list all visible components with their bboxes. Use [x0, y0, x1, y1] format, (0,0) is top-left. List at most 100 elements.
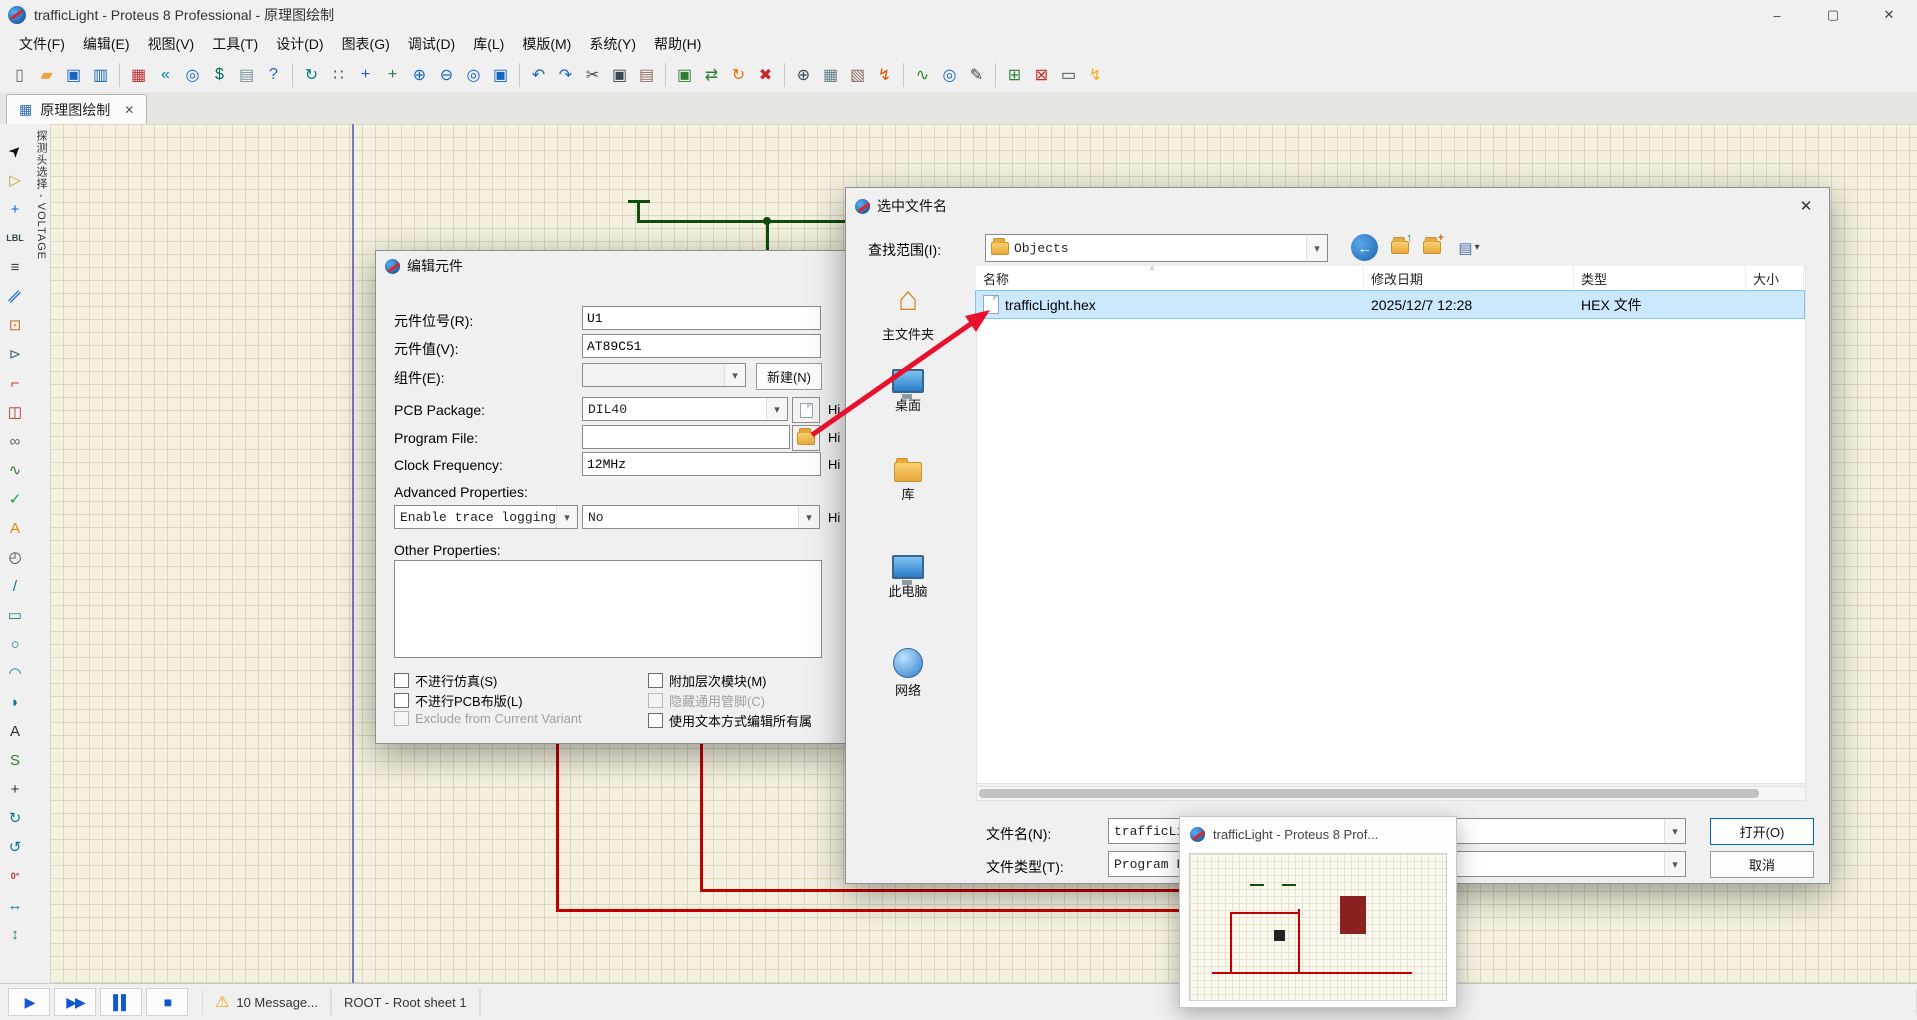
- pcb-browse-button[interactable]: [792, 397, 820, 423]
- close-button[interactable]: ✕: [1861, 0, 1917, 30]
- menu-item-5[interactable]: 图表(G): [333, 30, 399, 57]
- value-input[interactable]: [582, 334, 821, 358]
- tab-close-icon[interactable]: ✕: [124, 103, 134, 117]
- device-pin-mode-icon[interactable]: ⌐: [2, 370, 28, 396]
- import-design-icon[interactable]: ▥: [87, 61, 114, 88]
- wire-label-mode-icon[interactable]: LBL: [2, 225, 28, 251]
- view-menu-icon[interactable]: ▤ ▾: [1450, 234, 1488, 261]
- goto-sheet-icon[interactable]: ▭: [1055, 61, 1082, 88]
- menu-item-7[interactable]: 库(L): [464, 30, 513, 57]
- menu-item-10[interactable]: 帮助(H): [645, 30, 710, 57]
- wire-autorouter-icon[interactable]: ∿: [909, 61, 936, 88]
- checkbox-attach-hierarchy[interactable]: 附加层次模块(M): [648, 671, 767, 690]
- file-row[interactable]: trafficLight.hex 2025/12/7 12:28 HEX 文件: [975, 290, 1805, 319]
- cut-icon[interactable]: ✂: [579, 61, 606, 88]
- zoom-out-icon[interactable]: ⊖: [433, 61, 460, 88]
- file-dialog-titlebar[interactable]: 选中文件名: [846, 188, 1829, 224]
- decompose-icon[interactable]: ↯: [871, 61, 898, 88]
- tab-schematic[interactable]: ▦ 原理图绘制 ✕: [6, 94, 148, 124]
- find-component-icon[interactable]: ◎: [179, 61, 206, 88]
- lookup-combo[interactable]: Objects ▾: [985, 234, 1328, 262]
- minimize-button[interactable]: –: [1749, 0, 1805, 30]
- menu-item-1[interactable]: 编辑(E): [74, 30, 139, 57]
- block-copy-icon[interactable]: ▣: [671, 61, 698, 88]
- marker-2d-icon[interactable]: +: [2, 776, 28, 802]
- pan-tool-icon[interactable]: +: [379, 61, 406, 88]
- ref-input[interactable]: [582, 306, 821, 330]
- edit-dialog-titlebar[interactable]: 编辑元件: [376, 251, 846, 281]
- up-one-level-icon[interactable]: ↑: [1386, 232, 1413, 261]
- column-header-3[interactable]: 大小: [1746, 266, 1804, 291]
- pick-device-icon[interactable]: ⊕: [790, 61, 817, 88]
- zoom-area-icon[interactable]: ▣: [487, 61, 514, 88]
- bill-of-materials-icon[interactable]: $: [206, 61, 233, 88]
- program-file-input[interactable]: [582, 425, 790, 449]
- electrical-rule-check-icon[interactable]: ↯: [1082, 61, 1109, 88]
- copy-icon[interactable]: ▣: [606, 61, 633, 88]
- selection-tool-icon[interactable]: ➤: [0, 133, 33, 170]
- rotate-cw-icon[interactable]: ↻: [2, 805, 28, 831]
- arc-2d-icon[interactable]: ◠: [2, 660, 28, 686]
- redo-icon[interactable]: ↷: [552, 61, 579, 88]
- menu-item-6[interactable]: 调试(D): [399, 30, 464, 57]
- help-icon[interactable]: ?: [260, 61, 287, 88]
- path-2d-icon[interactable]: ◗: [2, 689, 28, 715]
- property-assignment-icon[interactable]: ✎: [963, 61, 990, 88]
- step-button[interactable]: ▶▶: [54, 988, 96, 1016]
- advanced-property-combo[interactable]: Enable trace logging ▾: [394, 505, 578, 529]
- virtual-instruments-mode-icon[interactable]: ◴: [2, 544, 28, 570]
- open-design-icon[interactable]: ▰: [33, 61, 60, 88]
- play-button[interactable]: ▶: [8, 988, 50, 1016]
- column-header-0[interactable]: 名称 ▵: [976, 263, 1364, 291]
- advanced-value-combo[interactable]: No ▾: [582, 505, 820, 529]
- new-folder-icon[interactable]: +: [1418, 232, 1445, 261]
- block-delete-icon[interactable]: ✖: [752, 61, 779, 88]
- horizontal-scrollbar[interactable]: [976, 786, 1806, 801]
- menu-item-0[interactable]: 文件(F): [10, 30, 74, 57]
- mirror-horizontal-icon[interactable]: ↔: [2, 892, 28, 918]
- toggle-grid-icon[interactable]: ∷: [325, 61, 352, 88]
- back-icon[interactable]: ←: [1351, 234, 1378, 261]
- symbol-2d-icon[interactable]: S: [2, 747, 28, 773]
- column-header-2[interactable]: 类型: [1574, 266, 1746, 291]
- menu-item-4[interactable]: 设计(D): [267, 30, 332, 57]
- terminal-mode-icon[interactable]: ⊳: [2, 341, 28, 367]
- program-file-browse-button[interactable]: [792, 425, 820, 451]
- search-and-tag-icon[interactable]: ◎: [936, 61, 963, 88]
- new-element-button[interactable]: 新建(N): [756, 363, 822, 390]
- stop-button[interactable]: ■: [146, 988, 188, 1016]
- bus-mode-icon[interactable]: ∥: [0, 278, 33, 315]
- scrollbar-thumb[interactable]: [979, 789, 1759, 798]
- save-design-icon[interactable]: ▣: [60, 61, 87, 88]
- make-device-icon[interactable]: ▦: [817, 61, 844, 88]
- menu-item-9[interactable]: 系统(Y): [580, 30, 645, 57]
- checkbox-no-simulation[interactable]: 不进行仿真(S): [394, 671, 497, 690]
- cancel-button[interactable]: 取消: [1710, 851, 1814, 878]
- open-button[interactable]: 打开(O): [1710, 818, 1814, 845]
- zoom-all-icon[interactable]: ◎: [460, 61, 487, 88]
- pcb-package-combo[interactable]: DIL40 ▾: [582, 397, 788, 421]
- element-combo[interactable]: ▾: [582, 363, 746, 387]
- taskbar-preview-popup[interactable]: trafficLight - Proteus 8 Prof...: [1179, 816, 1457, 1008]
- checkbox-edit-all-as-text[interactable]: 使用文本方式编辑所有属: [648, 711, 812, 730]
- new-design-icon[interactable]: ▯: [6, 61, 33, 88]
- block-move-icon[interactable]: ⇄: [698, 61, 725, 88]
- component-mode-icon[interactable]: ▷: [2, 167, 28, 193]
- tape-recorder-mode-icon[interactable]: ∞: [2, 428, 28, 454]
- rotate-ccw-icon[interactable]: ↺: [2, 834, 28, 860]
- schematic-capture-icon[interactable]: ▦: [125, 61, 152, 88]
- voltage-probe-mode-icon[interactable]: ✓: [2, 486, 28, 512]
- undo-icon[interactable]: ↶: [525, 61, 552, 88]
- line-2d-icon[interactable]: /: [2, 573, 28, 599]
- checkbox-no-pcb[interactable]: 不进行PCB布版(L): [394, 691, 523, 710]
- messages-panel[interactable]: ⚠ 10 Message...: [202, 989, 331, 1015]
- circle-2d-icon[interactable]: ○: [2, 631, 28, 657]
- box-2d-icon[interactable]: ▭: [2, 602, 28, 628]
- remove-sheet-icon[interactable]: ⊠: [1028, 61, 1055, 88]
- preview-thumbnail[interactable]: [1189, 853, 1447, 1001]
- new-sheet-icon[interactable]: ⊞: [1001, 61, 1028, 88]
- mirror-vertical-icon[interactable]: ↕: [2, 921, 28, 947]
- block-rotate-icon[interactable]: ↻: [725, 61, 752, 88]
- graph-mode-icon[interactable]: ◫: [2, 399, 28, 425]
- origin-icon[interactable]: +: [352, 61, 379, 88]
